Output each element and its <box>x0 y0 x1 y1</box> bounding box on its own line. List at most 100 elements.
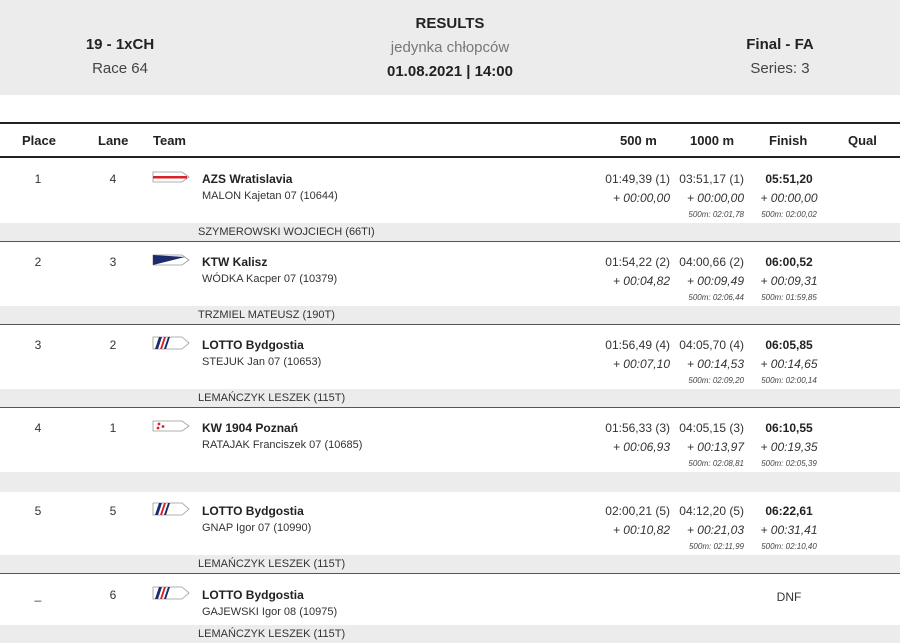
row-divider <box>0 407 900 408</box>
table-row: 1 4 AZS Wratislavia MALON Kajetan 07 (10644… <box>0 165 900 241</box>
coach-bar: LEMAŃCZYK LESZEK (115T) <box>0 389 900 407</box>
coach-name: LEMAŃCZYK LESZEK (115T) <box>198 392 346 404</box>
crew-member: RATAJAK Franciszek 07 (10685) <box>202 439 363 451</box>
team-name[interactable]: LOTTO Bydgostia <box>202 588 304 602</box>
finish-time: 06:22,61 <box>765 504 813 518</box>
finish-time: 06:00,52 <box>765 255 813 269</box>
lane-value: 2 <box>109 338 117 352</box>
finish-pace: 500m: 02:10,40 <box>761 542 817 551</box>
team-name[interactable]: KW 1904 Poznań <box>202 421 298 435</box>
split-1000m-diff: + 00:14,53 <box>686 357 744 371</box>
col-qual: Qual <box>848 133 877 148</box>
split-500m: 01:49,39 (1) <box>605 172 670 186</box>
crew-member: GAJEWSKI Igor 08 (10975) <box>202 606 338 618</box>
title-block: RESULTS jedynka chłopców 01.08.2021 | 14… <box>300 14 600 82</box>
finish-diff: + 00:19,35 <box>760 440 818 454</box>
col-1000m: 1000 m <box>690 133 735 148</box>
lane-value: 1 <box>109 421 117 435</box>
coach-name: LEMAŃCZYK LESZEK (115T) <box>198 558 346 570</box>
place-value: 5 <box>34 504 42 518</box>
coach-bar: TRZMIEL MATEUSZ (190T) <box>0 306 900 324</box>
finish-time: 05:51,20 <box>765 172 813 186</box>
split-1000m: 04:05,15 (3) <box>679 421 744 435</box>
coach-name: TRZMIEL MATEUSZ (190T) <box>198 309 335 321</box>
crew-member: WÓDKA Kacper 07 (10379) <box>202 273 338 285</box>
split-1000m-pace: 500m: 02:06,44 <box>688 293 744 302</box>
results-header: 19 - 1xCH Race 64 RESULTS jedynka chłopc… <box>0 0 900 95</box>
finish-pace: 500m: 02:00,14 <box>761 376 817 385</box>
team-name[interactable]: LOTTO Bydgostia <box>202 504 304 518</box>
split-500m: 01:54,22 (2) <box>605 255 670 269</box>
col-place: Place <box>22 133 56 148</box>
place-value: 2 <box>34 255 42 269</box>
race-series: Series: 3 <box>750 60 810 77</box>
finish-pace: 500m: 02:05,39 <box>761 459 817 468</box>
split-500m: 02:00,21 (5) <box>605 504 670 518</box>
split-1000m-pace: 500m: 02:09,20 <box>688 376 744 385</box>
row-divider <box>0 573 900 574</box>
finish-diff: + 00:09,31 <box>760 274 818 288</box>
split-1000m-diff: + 00:21,03 <box>686 523 744 537</box>
team-name[interactable]: AZS Wratislavia <box>202 172 292 186</box>
team-name[interactable]: LOTTO Bydgostia <box>202 338 304 352</box>
phase-info: Final - FA Series: 3 <box>660 35 900 79</box>
race-phase: Final - FA <box>746 36 814 53</box>
club-flag-icon <box>152 418 190 434</box>
row-spacer <box>0 474 900 492</box>
table-row: 2 3 KTW Kalisz WÓDKA Kacper 07 (10379) 01:54… <box>0 248 900 324</box>
coach-name: SZYMEROWSKI WOJCIECH (66TI) <box>198 226 375 238</box>
col-finish: Finish <box>769 133 808 148</box>
split-1000m-diff: + 00:13,97 <box>686 440 744 454</box>
split-500m-diff: + 00:10,82 <box>612 523 670 537</box>
row-divider <box>0 241 900 242</box>
col-lane: Lane <box>98 133 129 148</box>
event-code: 19 - 1xCH <box>85 36 155 53</box>
place-value: 4 <box>34 421 42 435</box>
col-team: Team <box>153 133 186 148</box>
crew-member: GNAP Igor 07 (10990) <box>202 522 312 534</box>
split-1000m: 04:00,66 (2) <box>679 255 744 269</box>
team-name[interactable]: KTW Kalisz <box>202 255 267 269</box>
coach-name: LEMAŃCZYK LESZEK (115T) <box>198 628 346 640</box>
split-1000m-pace: 500m: 02:01,78 <box>688 210 744 219</box>
split-500m-diff: + 00:04,82 <box>612 274 670 288</box>
lane-value: 4 <box>109 172 117 186</box>
split-500m-diff: + 00:00,00 <box>612 191 670 205</box>
split-1000m-diff: + 00:00,00 <box>686 191 744 205</box>
place-value: _ <box>34 588 42 602</box>
results-table-header: Place Lane Team 500 m 1000 m Finish Qual <box>0 122 900 158</box>
finish-diff: + 00:14,65 <box>760 357 818 371</box>
row-divider <box>0 324 900 325</box>
lane-value: 6 <box>109 588 117 602</box>
club-flag-icon <box>152 252 190 268</box>
finish-pace: 500m: 02:00,02 <box>761 210 817 219</box>
finish-diff: + 00:00,00 <box>760 191 818 205</box>
finish-diff: + 00:31,41 <box>760 523 818 537</box>
col-500m: 500 m <box>620 133 657 148</box>
club-flag-icon <box>152 335 190 351</box>
finish-status: DNF <box>776 590 802 604</box>
table-row: _ 6 LOTTO Bydgostia GAJEWSKI Igor 08 (10975… <box>0 581 900 643</box>
finish-time: 06:05,85 <box>765 338 813 352</box>
finish-time: 06:10,55 <box>765 421 813 435</box>
place-value: 1 <box>34 172 42 186</box>
split-1000m-pace: 500m: 02:08,81 <box>688 459 744 468</box>
lane-value: 5 <box>109 504 117 518</box>
split-500m: 01:56,33 (3) <box>605 421 670 435</box>
place-value: 3 <box>34 338 42 352</box>
club-flag-icon <box>152 585 190 601</box>
race-number: Race 64 <box>92 60 148 77</box>
table-row: 3 2 LOTTO Bydgostia STEJUK Jan 07 (10653) 01… <box>0 331 900 407</box>
lane-value: 3 <box>109 255 117 269</box>
split-1000m: 04:05,70 (4) <box>679 338 744 352</box>
club-flag-icon <box>152 169 190 185</box>
race-datetime: 01.08.2021 | 14:00 <box>387 63 513 80</box>
table-row: 5 5 LOTTO Bydgostia GNAP Igor 07 (10990) 02:… <box>0 497 900 573</box>
page-title: RESULTS <box>415 15 485 32</box>
club-flag-icon <box>152 501 190 517</box>
crew-member: MALON Kajetan 07 (10644) <box>202 190 338 202</box>
coach-bar: SZYMEROWSKI WOJCIECH (66TI) <box>0 223 900 241</box>
coach-bar: LEMAŃCZYK LESZEK (115T) <box>0 625 900 643</box>
split-500m-diff: + 00:07,10 <box>612 357 670 371</box>
crew-member: STEJUK Jan 07 (10653) <box>202 356 322 368</box>
